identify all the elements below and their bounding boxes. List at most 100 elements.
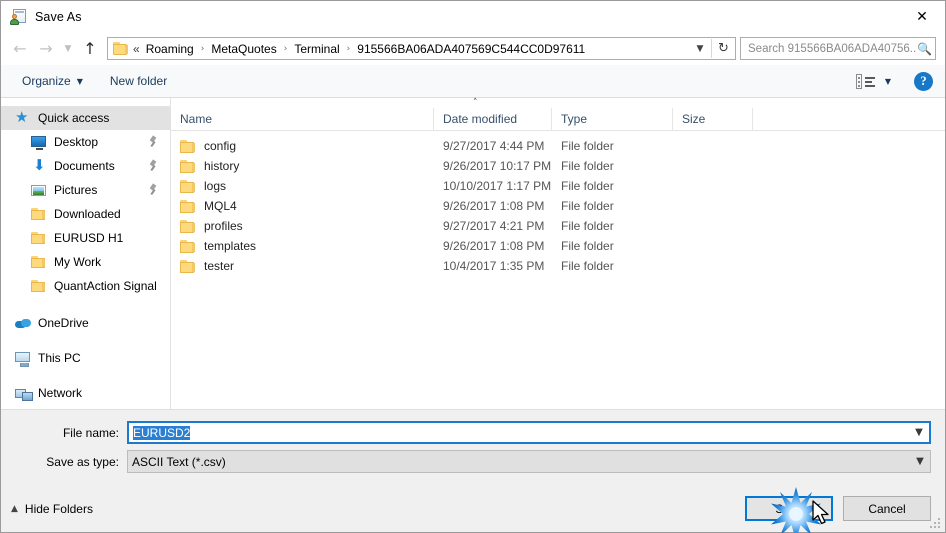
chevron-down-icon[interactable]: ▼	[910, 456, 930, 467]
sidebar-item-label: Documents	[54, 159, 115, 173]
dialog-body: ★ Quick access Desktop ⬇ Documents Pictu…	[1, 98, 945, 409]
resize-grip-icon[interactable]	[930, 518, 942, 530]
search-box[interactable]: Search 915566BA06ADA40756... 🔍	[740, 37, 936, 60]
file-rows: config 9/27/2017 4:44 PM File folder his…	[171, 131, 945, 409]
file-name-cell: history	[171, 159, 434, 173]
organize-button[interactable]: Organize ▼	[15, 70, 90, 92]
view-layout-icon	[855, 73, 876, 89]
help-button[interactable]: ?	[914, 71, 933, 91]
folder-icon	[180, 239, 196, 253]
file-date-cell: 10/4/2017 1:35 PM	[443, 259, 545, 273]
sidebar-item-label: OneDrive	[38, 316, 89, 330]
save-form: File name: EURUSD2 ▼ Save as type: ASCII…	[1, 409, 945, 485]
file-name-label: config	[204, 139, 237, 153]
sidebar-item-label: Pictures	[54, 183, 98, 197]
column-header-size[interactable]: Size	[673, 107, 753, 131]
refresh-button[interactable]: ↻	[712, 37, 735, 60]
breadcrumb-item-guid[interactable]: 915566BA06ADA407569C544CC0D97611	[354, 40, 588, 58]
new-folder-label: New folder	[109, 74, 168, 88]
new-folder-button[interactable]: New folder	[103, 70, 174, 92]
sidebar-item-my-work[interactable]: My Work	[1, 250, 170, 274]
pictures-icon	[31, 182, 47, 198]
sidebar-item-quick-access[interactable]: ★ Quick access	[1, 106, 170, 130]
breadcrumb-item-terminal[interactable]: Terminal	[291, 40, 342, 58]
onedrive-icon	[15, 315, 31, 331]
sidebar-item-quantaction-signal[interactable]: QuantAction Signal	[1, 274, 170, 298]
sidebar-item-label: EURUSD H1	[54, 231, 124, 245]
forward-button[interactable]: →	[33, 36, 59, 62]
sidebar-item-label: QuantAction Signal	[54, 279, 157, 293]
file-date-cell: 9/27/2017 4:44 PM	[443, 139, 545, 153]
column-header-type[interactable]: Type	[552, 107, 673, 131]
back-arrow-icon: ←	[13, 38, 27, 58]
file-type-cell: File folder	[561, 139, 614, 153]
pin-icon[interactable]	[148, 160, 158, 171]
sidebar-item-documents[interactable]: ⬇ Documents	[1, 154, 170, 178]
sidebar-item-desktop[interactable]: Desktop	[1, 130, 170, 154]
sidebar-item-label: This PC	[38, 351, 81, 365]
table-row[interactable]: MQL4 9/26/2017 1:08 PM File folder	[171, 196, 945, 216]
file-date-cell: 9/27/2017 4:21 PM	[443, 219, 545, 233]
file-name-label: MQL4	[204, 199, 237, 213]
up-button[interactable]: ↑	[77, 36, 103, 62]
file-name-label: tester	[204, 259, 235, 273]
navigation-bar: ← → ▼ ↑ « Roaming › MetaQuotes › Termina…	[1, 32, 945, 65]
file-name-input[interactable]: EURUSD2 ▼	[127, 421, 931, 444]
title-bar: Save As ✕	[1, 1, 945, 32]
sidebar-item-this-pc[interactable]: This PC	[1, 346, 170, 370]
close-button[interactable]: ✕	[899, 1, 945, 32]
chevron-down-icon: ▼	[64, 43, 72, 54]
breadcrumb: « Roaming › MetaQuotes › Terminal › 9155…	[133, 40, 689, 58]
address-dropdown-button[interactable]: ▼	[689, 38, 711, 59]
chevron-up-icon: ▲	[11, 503, 18, 514]
file-name-value: EURUSD2	[133, 425, 191, 440]
change-view-button[interactable]: ▼	[849, 70, 898, 93]
file-name-row: File name: EURUSD2 ▼	[1, 421, 931, 444]
recent-locations-button[interactable]: ▼	[59, 36, 77, 62]
command-bar: Organize ▼ New folder ▼ ?	[1, 65, 945, 98]
back-button[interactable]: ←	[7, 36, 33, 62]
breadcrumb-item-roaming[interactable]: Roaming	[143, 40, 197, 58]
folder-icon	[31, 254, 47, 270]
breadcrumb-separator[interactable]: ›	[197, 44, 209, 54]
file-name-cell: logs	[171, 179, 434, 193]
folder-icon	[180, 259, 196, 273]
sidebar-item-network[interactable]: Network	[1, 381, 170, 405]
save-as-type-select[interactable]: ASCII Text (*.csv) ▼	[127, 450, 931, 473]
sidebar-item-label: Network	[38, 386, 83, 400]
breadcrumb-separator[interactable]: ›	[280, 44, 292, 54]
column-header-name[interactable]: Name	[171, 107, 434, 131]
table-row[interactable]: config 9/27/2017 4:44 PM File folder	[171, 136, 945, 156]
table-row[interactable]: logs 10/10/2017 1:17 PM File folder	[171, 176, 945, 196]
table-row[interactable]: profiles 9/27/2017 4:21 PM File folder	[171, 216, 945, 236]
column-headers: Name Date modified Type Size	[171, 107, 945, 131]
star-icon: ★	[15, 108, 29, 126]
pin-icon[interactable]	[148, 184, 158, 195]
search-input[interactable]: Search 915566BA06ADA40756...	[748, 43, 917, 55]
search-icon: 🔍	[917, 41, 932, 56]
breadcrumb-separator[interactable]: ›	[343, 44, 355, 54]
file-name-cell: profiles	[171, 219, 434, 233]
table-row[interactable]: templates 9/26/2017 1:08 PM File folder	[171, 236, 945, 256]
sidebar-item-label: Downloaded	[54, 207, 121, 221]
folder-icon	[180, 159, 196, 173]
network-icon	[15, 385, 33, 401]
table-row[interactable]: tester 10/4/2017 1:35 PM File folder	[171, 256, 945, 276]
hide-folders-button[interactable]: ▲ Hide Folders	[11, 502, 93, 516]
hide-folders-label: Hide Folders	[24, 501, 93, 516]
sidebar-item-eurusd-h1[interactable]: EURUSD H1	[1, 226, 170, 250]
column-header-date-modified[interactable]: Date modified	[434, 107, 552, 131]
address-bar[interactable]: « Roaming › MetaQuotes › Terminal › 9155…	[107, 37, 736, 60]
file-name-cell: MQL4	[171, 199, 434, 213]
chevron-down-icon[interactable]: ▼	[909, 427, 929, 438]
sidebar-item-downloaded[interactable]: Downloaded	[1, 202, 170, 226]
file-type-cell: File folder	[561, 199, 614, 213]
breadcrumb-overflow[interactable]: «	[133, 42, 143, 56]
cancel-button[interactable]: Cancel	[843, 496, 931, 521]
sidebar-item-onedrive[interactable]: OneDrive	[1, 311, 170, 335]
table-row[interactable]: history 9/26/2017 10:17 PM File folder	[171, 156, 945, 176]
sidebar-item-pictures[interactable]: Pictures	[1, 178, 170, 202]
pin-icon[interactable]	[148, 136, 158, 147]
breadcrumb-item-metaquotes[interactable]: MetaQuotes	[208, 40, 279, 58]
save-button[interactable]: Save	[745, 496, 833, 521]
